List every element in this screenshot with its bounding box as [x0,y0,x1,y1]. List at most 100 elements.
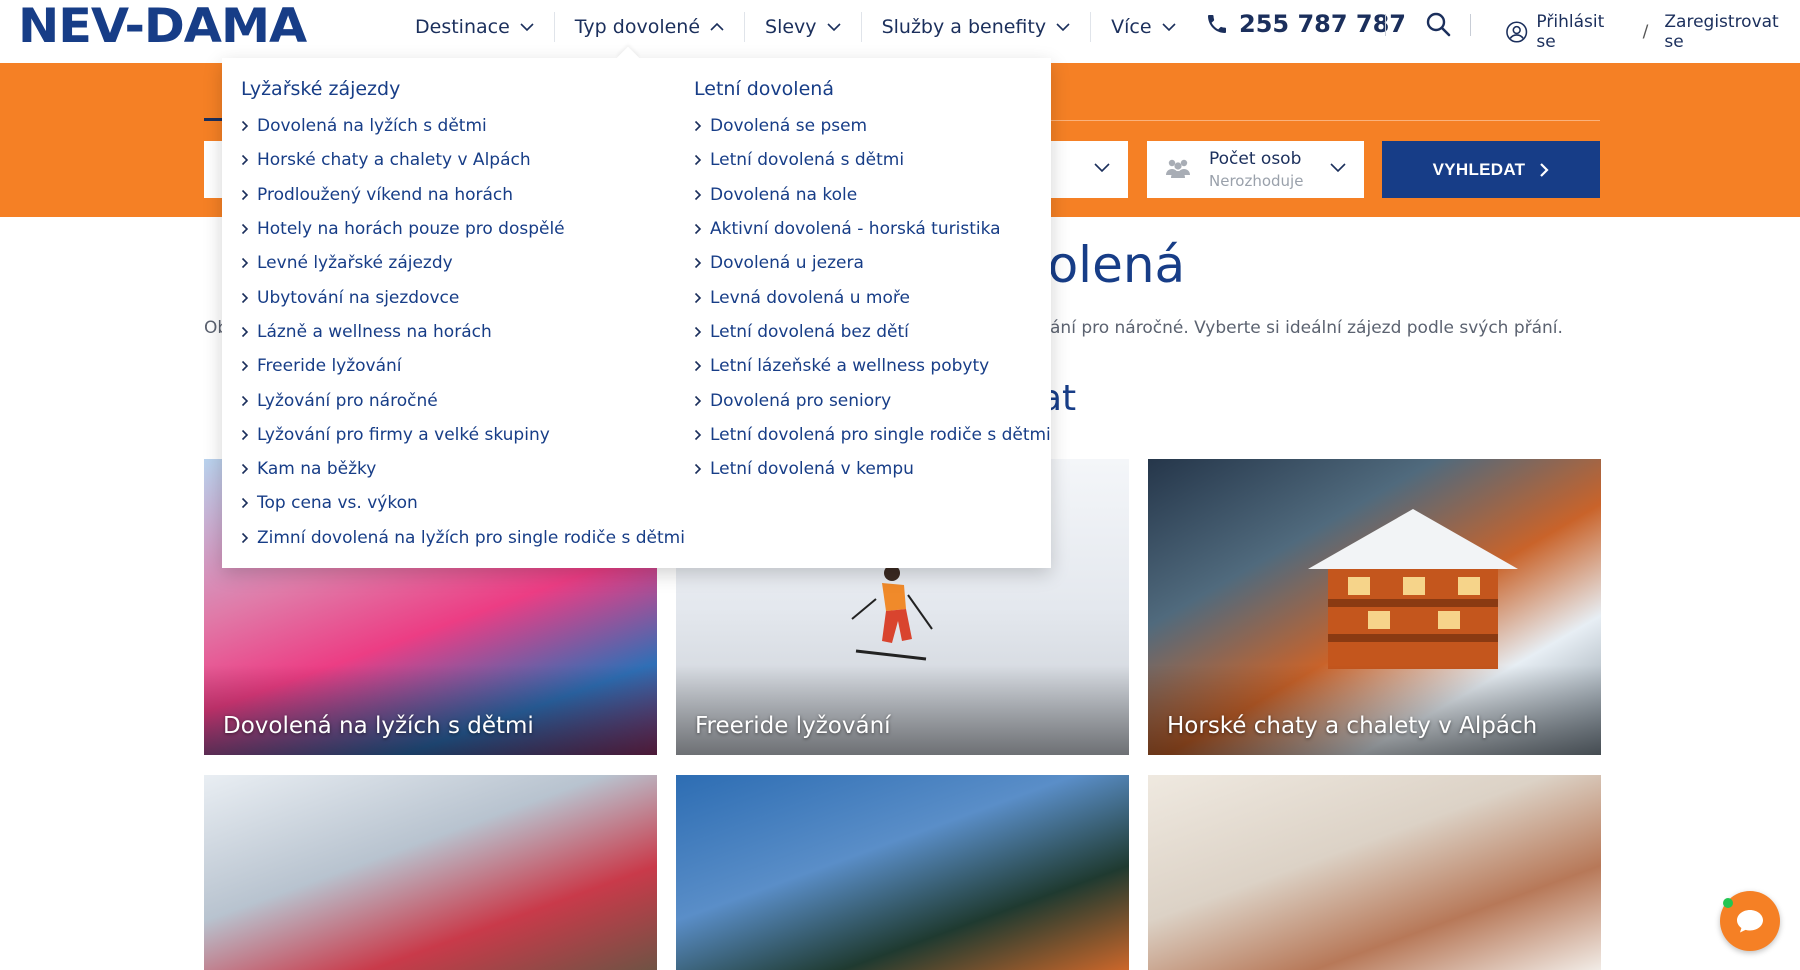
card-wellness[interactable] [1148,775,1601,970]
menu-item[interactable]: Hotely na horách pouze pro dospělé [241,212,685,246]
menu-item[interactable]: Freeride lyžování [241,349,685,383]
register-link[interactable]: Zaregistrovat se [1664,12,1800,52]
chevron-right-icon [241,498,249,509]
menu-item[interactable]: Dovolená na kole [694,178,1051,212]
menu-item[interactable]: Levná dovolená u moře [694,280,1051,314]
menu-heading[interactable]: Letní dovolená [694,75,1051,109]
menu-item-label: Horské chaty a chalety v Alpách [257,150,531,171]
chevron-right-icon [241,155,249,166]
search-submit-button[interactable]: VYHLEDAT [1382,141,1600,198]
chevron-right-icon [694,395,702,406]
nav-destinace[interactable]: Destinace [395,12,555,42]
people-icon [1166,159,1190,178]
chevron-right-icon [241,189,249,200]
chevron-right-icon [241,326,249,337]
menu-item[interactable]: Dovolená se psem [694,109,1051,143]
card-caption: Freeride lyžování [695,713,891,739]
main-nav: Destinace Typ dovolené Slevy Služby a be… [395,0,1196,54]
phone-number: 255 787 787 [1239,10,1407,38]
chevron-right-icon [694,155,702,166]
card-shade [1148,665,1601,755]
chevron-right-icon [694,429,702,440]
chevron-down-icon [1056,23,1070,32]
menu-item-label: Zimní dovolená na lyžích pro single rodi… [257,527,685,548]
chevron-down-icon [1330,163,1346,173]
menu-item-label: Letní dovolená bez dětí [710,321,909,342]
card-couple-winter[interactable] [204,775,657,970]
menu-item[interactable]: Zimní dovolená na lyžích pro single rodi… [241,521,685,555]
menu-item[interactable]: Lázně a wellness na horách [241,315,685,349]
separator-slash: / [1642,22,1649,42]
menu-item[interactable]: Letní dovolená v kempu [694,452,1051,486]
menu-item[interactable]: Dovolená u jezera [694,246,1051,280]
chevron-right-icon [694,326,702,337]
persons-label: Počet osob [1209,149,1302,169]
chalet-image [1308,509,1518,669]
menu-item-label: Top cena vs. výkon [257,493,418,514]
card-hiker-winter[interactable] [676,775,1129,970]
menu-item[interactable]: Top cena vs. výkon [241,486,685,520]
menu-list: Dovolená se psem Letní dovolená s dětmi Do… [694,109,1051,486]
logo[interactable]: NEV-DAMA [18,2,307,52]
nav-typ-dovolene[interactable]: Typ dovolené [555,12,746,42]
chevron-right-icon [241,292,249,303]
menu-column-lyzarske: Lyžařské zájezdy Dovolená na lyžích s dě… [241,75,685,555]
menu-item-label: Dovolená pro seniory [710,390,892,411]
menu-item[interactable]: Prodloužený víkend na horách [241,178,685,212]
phone-link[interactable]: 255 787 787 [1205,10,1406,38]
chevron-right-icon [241,121,249,132]
chevron-right-icon [694,121,702,132]
menu-item-label: Letní lázeňské a wellness pobyty [710,356,990,377]
menu-item-label: Levná dovolená u moře [710,287,910,308]
menu-item[interactable]: Letní dovolená s dětmi [694,143,1051,177]
menu-item[interactable]: Lyžování pro firmy a velké skupiny [241,418,685,452]
menu-item[interactable]: Dovolená na lyžích s dětmi [241,109,685,143]
chevron-right-icon [241,464,249,475]
menu-item-label: Levné lyžařské zájezdy [257,253,453,274]
nav-label: Slevy [765,16,817,38]
chevron-down-icon [1094,163,1110,173]
menu-item[interactable]: Horské chaty a chalety v Alpách [241,143,685,177]
persons-value: Nerozhoduje [1209,172,1304,190]
nav-slevy[interactable]: Slevy [745,12,862,42]
menu-item[interactable]: Aktivní dovolená - horská turistika [694,212,1051,246]
chevron-down-icon [520,23,534,32]
menu-item-label: Dovolená u jezera [710,253,864,274]
chevron-right-icon [694,189,702,200]
menu-item[interactable]: Letní dovolená pro single rodiče s dětmi [694,418,1051,452]
card-caption: Horské chaty a chalety v Alpách [1167,713,1538,739]
search-icon [1426,12,1451,37]
menu-item-label: Dovolená na lyžích s dětmi [257,116,487,137]
menu-item-label: Hotely na horách pouze pro dospělé [257,219,565,240]
menu-item-label: Dovolená se psem [710,116,868,137]
chevron-right-icon [241,395,249,406]
typ-dovolene-dropdown: Lyžařské zájezdy Dovolená na lyžích s dě… [222,58,1051,568]
menu-item[interactable]: Letní lázeňské a wellness pobyty [694,349,1051,383]
menu-item-label: Kam na běžky [257,459,377,480]
menu-item-label: Lázně a wellness na horách [257,321,492,342]
menu-item-label: Lyžování pro firmy a velké skupiny [257,424,550,445]
user-icon [1506,21,1528,43]
menu-item[interactable]: Lyžování pro náročné [241,383,685,417]
login-link[interactable]: Přihlásit se [1536,12,1626,52]
menu-heading[interactable]: Lyžařské zájezdy [241,75,685,109]
persons-field[interactable]: Počet osob Nerozhoduje [1147,141,1364,198]
skier-image [851,565,933,661]
card-shade [676,665,1129,755]
menu-item[interactable]: Kam na běžky [241,452,685,486]
menu-item[interactable]: Letní dovolená bez dětí [694,315,1051,349]
chevron-right-icon [694,223,702,235]
nav-label: Typ dovolené [574,16,701,38]
menu-list: Dovolená na lyžích s dětmi Horské chaty a… [241,109,685,555]
card-horske-chaty-a-chalety[interactable]: Horské chaty a chalety v Alpách [1148,459,1601,755]
menu-item[interactable]: Ubytování na sjezdovce [241,280,685,314]
chevron-right-icon [694,464,702,475]
search-button[interactable] [1424,10,1454,40]
menu-item-label: Aktivní dovolená - horská turistika [710,219,1001,240]
menu-item[interactable]: Dovolená pro seniory [694,383,1051,417]
menu-item[interactable]: Levné lyžařské zájezdy [241,246,685,280]
lead-text: ání pro náročné. Vyberte si ideální záje… [1050,318,1563,338]
nav-vice[interactable]: Více [1091,12,1195,42]
nav-sluzby-a-benefity[interactable]: Služby a benefity [862,12,1092,42]
chevron-up-icon [710,22,724,31]
